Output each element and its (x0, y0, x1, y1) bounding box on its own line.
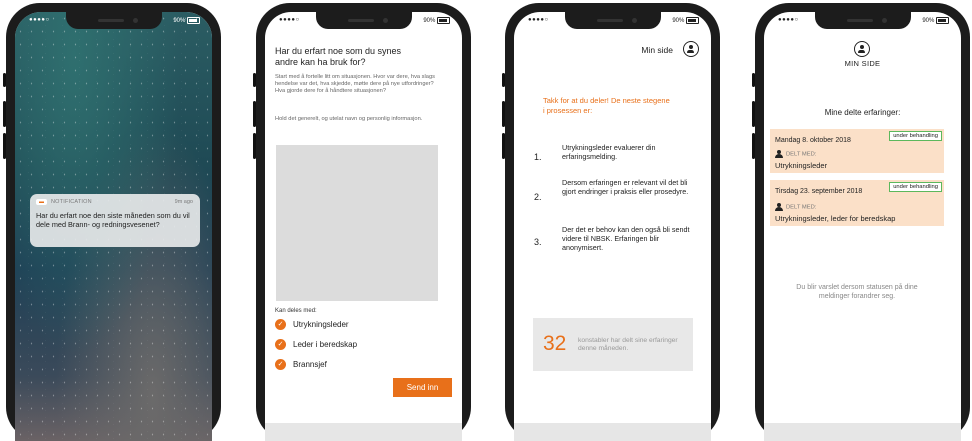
form-question: Har du erfart noe som du synes andre kan… (275, 46, 402, 67)
notification-app-label: NOTIFICATION (51, 199, 92, 205)
mute-switch (253, 73, 256, 87)
confirmation-screen: ●●●●○ 90% Min side Takk for at du deler!… (514, 12, 711, 441)
battery-icon (187, 17, 200, 24)
shared-with-value: Utrykningsleder, leder for beredskap (775, 214, 896, 223)
notification-time: 9m ago (174, 199, 193, 205)
volume-up-button (752, 101, 755, 127)
check-icon: ✓ (275, 359, 286, 371)
form-instructions: Start med å fortelle litt om situasjonen… (275, 74, 435, 94)
volume-up-button (253, 101, 256, 127)
card-date: Tirsdag 23. september 2018 (775, 188, 863, 195)
stats-number: 32 (543, 332, 567, 355)
user-profile-icon[interactable] (854, 41, 870, 57)
volume-down-button (502, 133, 505, 159)
battery-indicator: 90% (173, 17, 200, 24)
status-badge: under behandling (889, 182, 942, 192)
shared-experiences-heading: Mine delte erfaringer: (824, 108, 901, 117)
my-page-screen: ●●●●○ 90% MIN SIDE Mine delte erfaringer… (764, 12, 961, 441)
battery-indicator: 90% (672, 17, 699, 24)
share-option-utrykningsleder[interactable]: ✓ Utrykningsleder (275, 319, 349, 331)
mute-switch (752, 73, 755, 87)
check-icon: ✓ (275, 339, 286, 351)
battery-indicator: 90% (423, 17, 450, 24)
volume-up-button (3, 101, 6, 127)
volume-down-button (253, 133, 256, 159)
card-date: Mandag 8. oktober 2018 (775, 137, 851, 144)
bottom-bar (514, 423, 711, 441)
mute-switch (502, 73, 505, 87)
notch (564, 12, 661, 29)
thanks-message: Takk for at du deler! De neste stegene i… (543, 96, 670, 115)
step-number: 1. (534, 152, 542, 162)
person-icon (775, 203, 783, 211)
phone-notification: ●●●●○ 90% ▬ NOTIFICATION 9m ago Har du e… (3, 3, 221, 441)
push-notification[interactable]: ▬ NOTIFICATION 9m ago Har du erfart noe … (30, 194, 200, 247)
experience-textarea[interactable] (276, 145, 438, 301)
signal-icon: ●●●●○ (778, 17, 799, 23)
process-step: 2. Dersom erfaringen er relevant vil det… (534, 178, 694, 218)
step-text: Dersom erfaringen er relevant vil det bl… (562, 178, 689, 197)
battery-icon (437, 17, 450, 24)
notch (65, 12, 162, 29)
person-icon (775, 150, 783, 158)
notification-notice: Du blir varslet dersom statusen på dine … (796, 284, 918, 300)
phone-share-form: ●●●●○ 90% Har du erfart noe som du synes… (253, 3, 471, 441)
app-icon: ▬ (36, 199, 47, 205)
shared-with-value: Utrykningsleder (775, 161, 828, 170)
battery-icon (686, 17, 699, 24)
min-side-link[interactable]: Min side (641, 45, 673, 55)
volume-down-button (3, 133, 6, 159)
process-step: 3. Der det er behov kan den også bli sen… (534, 225, 694, 265)
experience-card[interactable]: Mandag 8. oktober 2018 under behandling … (770, 129, 944, 173)
process-step: 1. Utrykningsleder evaluerer din erfarin… (534, 143, 694, 173)
submit-button[interactable]: Send inn (393, 378, 452, 397)
share-option-leder-beredskap[interactable]: ✓ Leder i beredskap (275, 339, 357, 351)
check-icon: ✓ (275, 319, 286, 331)
stats-box: 32 konstabler har delt sine erfaringer d… (533, 318, 693, 371)
battery-icon (936, 17, 949, 24)
signal-icon: ●●●●○ (29, 17, 50, 23)
shared-with-label: DELT MED: (775, 203, 816, 211)
notch (814, 12, 911, 29)
signal-icon: ●●●●○ (528, 17, 549, 23)
notification-message: Har du erfart noe den siste måneden som … (36, 211, 190, 229)
notch (315, 12, 412, 29)
phone-confirmation: ●●●●○ 90% Min side Takk for at du deler!… (502, 3, 720, 441)
share-option-brannsjef[interactable]: ✓ Brannsjef (275, 359, 327, 371)
form-screen: ●●●●○ 90% Har du erfart noe som du synes… (265, 12, 462, 441)
user-profile-icon[interactable] (683, 41, 699, 57)
signal-icon: ●●●●○ (279, 17, 300, 23)
step-number: 2. (534, 192, 542, 202)
lock-screen: ●●●●○ 90% ▬ NOTIFICATION 9m ago Har du e… (15, 12, 212, 441)
step-number: 3. (534, 237, 542, 247)
step-text: Der det er behov kan den også bli sendt … (562, 225, 690, 253)
stats-label: konstabler har delt sine erfaringer denn… (578, 337, 678, 353)
bottom-bar (265, 423, 462, 441)
shared-with-label: DELT MED: (775, 150, 816, 158)
page-title: MIN SIDE (844, 59, 881, 68)
mute-switch (3, 73, 6, 87)
form-privacy-note: Hold det generelt, og utelat navn og per… (275, 116, 423, 122)
battery-indicator: 90% (922, 17, 949, 24)
share-with-label: Kan deles med: (275, 308, 317, 314)
phone-my-page: ●●●●○ 90% MIN SIDE Mine delte erfaringer… (752, 3, 970, 441)
status-badge: under behandling (889, 131, 942, 141)
bottom-bar (764, 423, 961, 441)
step-text: Utrykningsleder evaluerer din erfaringsm… (562, 143, 656, 162)
volume-up-button (502, 101, 505, 127)
experience-card[interactable]: Tirsdag 23. september 2018 under behandl… (770, 180, 944, 226)
volume-down-button (752, 133, 755, 159)
